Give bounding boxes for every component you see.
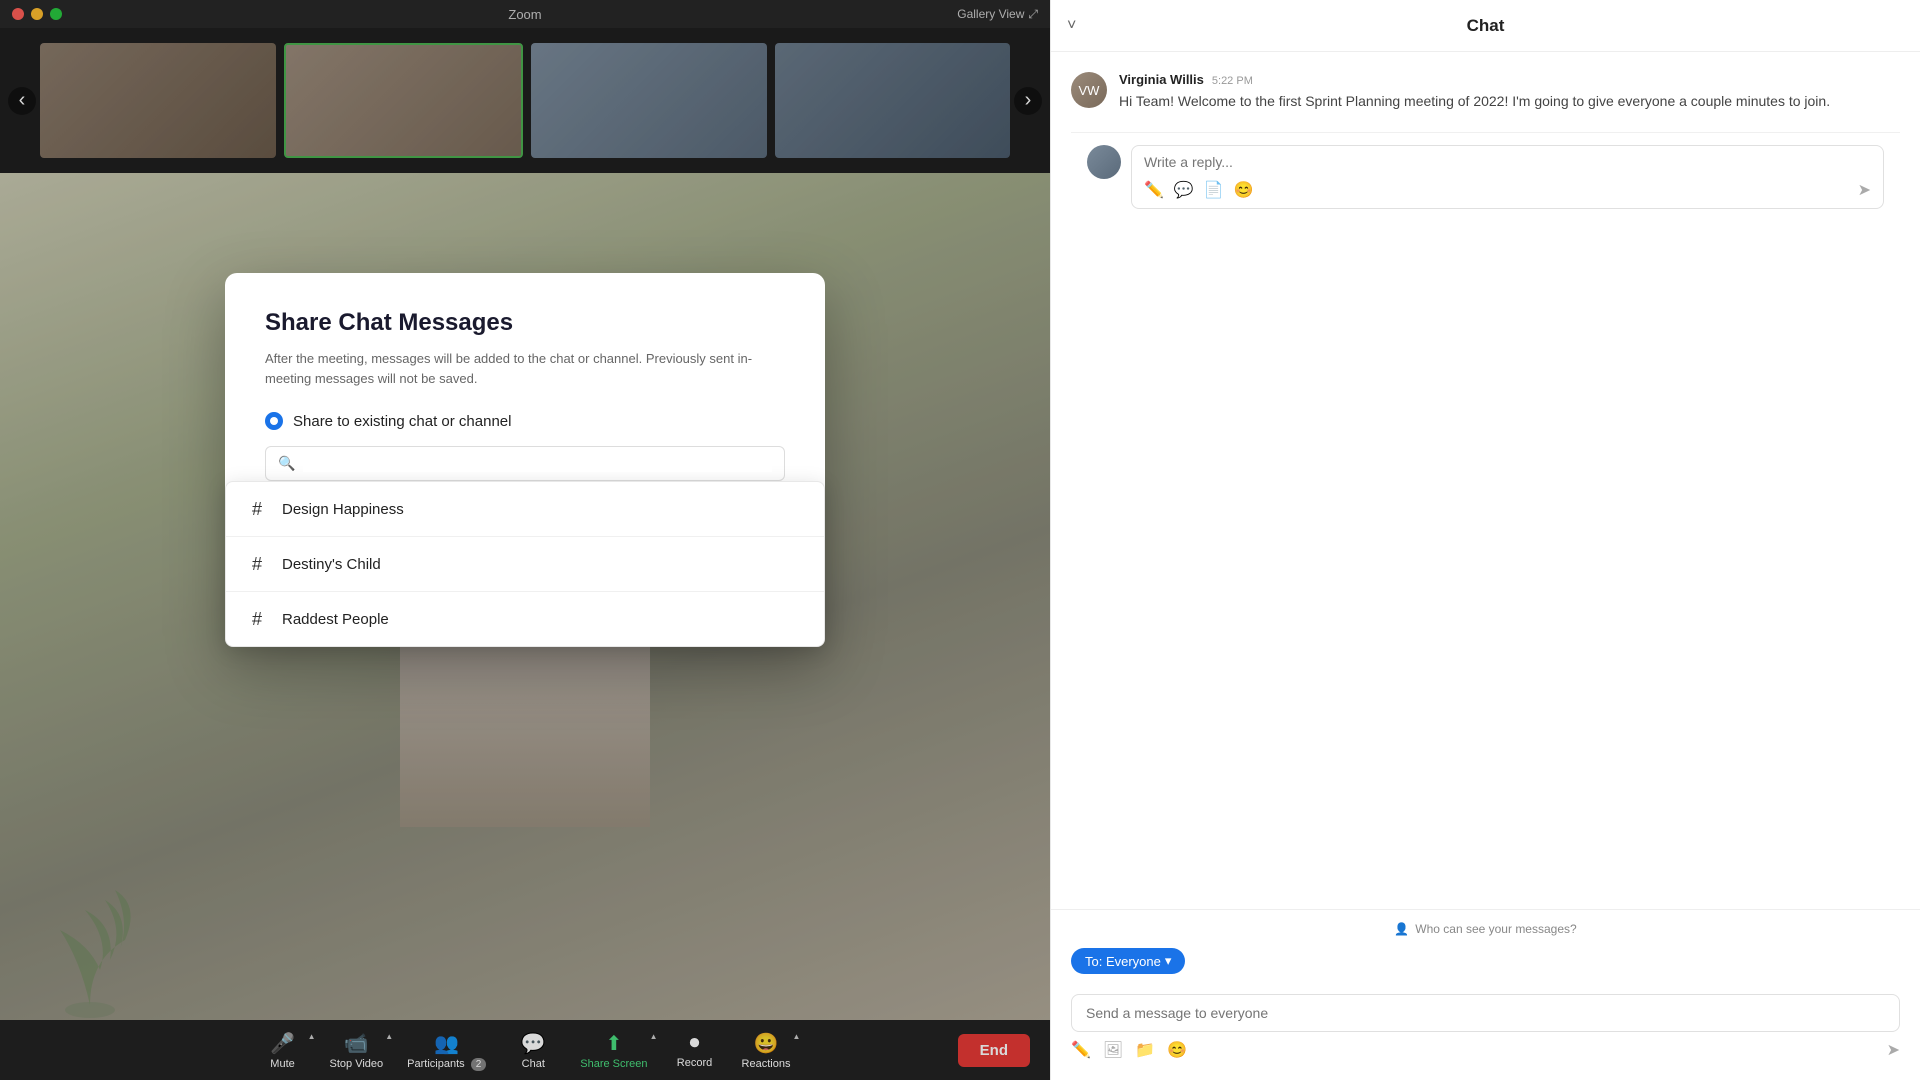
pencil-icon[interactable]: ✏️ — [1071, 1040, 1091, 1060]
pencil-icon[interactable]: ✏️ — [1144, 180, 1164, 200]
chat-messages-area: VW Virginia Willis 5:22 PM Hi Team! Welc… — [1051, 52, 1920, 909]
modal-title: Share Chat Messages — [265, 309, 785, 337]
avatar: VW — [1071, 72, 1107, 108]
message-text: Hi Team! Welcome to the first Sprint Pla… — [1119, 91, 1900, 112]
chat-collapse-button[interactable]: ˅ — [1067, 17, 1076, 35]
channel-dropdown: # Design Happiness # Destiny's Child # R… — [225, 481, 825, 647]
send-message-input[interactable] — [1071, 994, 1900, 1032]
radio-selected[interactable] — [265, 412, 283, 430]
chat-header: ˅ Chat — [1051, 0, 1920, 52]
chat-message: VW Virginia Willis 5:22 PM Hi Team! Welc… — [1071, 72, 1900, 112]
who-can-see: 👤 Who can see your messages? — [1071, 922, 1900, 936]
channel-name: Destiny's Child — [282, 556, 381, 573]
channel-search-box[interactable]: 🔍 — [265, 446, 785, 481]
emoji-icon[interactable]: 😊 — [1234, 180, 1254, 200]
channel-item-design-happiness[interactable]: # Design Happiness — [226, 482, 824, 537]
channel-item-destinys-child[interactable]: # Destiny's Child — [226, 537, 824, 592]
share-chat-modal: Share Chat Messages After the meeting, m… — [225, 273, 825, 647]
hash-icon: # — [246, 553, 268, 575]
main-video-area: Zoom Gallery View ⤢ ‹ › — [0, 0, 1050, 1080]
reply-input[interactable] — [1144, 154, 1871, 170]
reply-send-icon[interactable]: ➤ — [1858, 180, 1871, 200]
chat-toolbar-icons: ✏️ 🖼 📁 😊 ➤ — [1071, 1032, 1900, 1068]
to-everyone-label: To: Everyone — [1085, 954, 1161, 969]
message-header: Virginia Willis 5:22 PM — [1119, 72, 1900, 87]
reply-actions: ✏️ 💬 📄 😊 ➤ — [1144, 180, 1871, 200]
who-can-see-text: Who can see your messages? — [1415, 922, 1576, 936]
to-everyone-button[interactable]: To: Everyone ▾ — [1071, 948, 1185, 974]
hash-icon: # — [246, 608, 268, 630]
radio-option[interactable]: Share to existing chat or channel — [265, 412, 785, 430]
reply-area: ✏️ 💬 📄 😊 ➤ — [1071, 132, 1900, 221]
gif-icon[interactable]: 🖼 — [1103, 1040, 1123, 1060]
channel-name: Raddest People — [282, 611, 389, 628]
lock-icon: 👤 — [1394, 922, 1409, 936]
message-sender: Virginia Willis — [1119, 72, 1204, 87]
chevron-down-icon: ▾ — [1165, 953, 1172, 969]
file-icon[interactable]: 📄 — [1204, 180, 1224, 200]
search-icon: 🔍 — [278, 455, 295, 472]
modal-description: After the meeting, messages will be adde… — [265, 349, 785, 388]
message-time: 5:22 PM — [1212, 75, 1253, 87]
channel-name: Design Happiness — [282, 501, 404, 518]
chat-bottom: 👤 Who can see your messages? To: Everyon… — [1051, 909, 1920, 1080]
hash-icon: # — [246, 498, 268, 520]
chat-title: Chat — [1071, 16, 1900, 36]
channel-search-input[interactable] — [303, 456, 772, 472]
emoji-icon[interactable]: 😊 — [1167, 1040, 1187, 1060]
modal-overlay: Share Chat Messages After the meeting, m… — [0, 0, 1050, 1080]
comment-icon[interactable]: 💬 — [1174, 180, 1194, 200]
radio-label: Share to existing chat or channel — [293, 413, 511, 430]
send-icon[interactable]: ➤ — [1887, 1040, 1900, 1060]
channel-item-raddest-people[interactable]: # Raddest People — [226, 592, 824, 646]
file-attach-icon[interactable]: 📁 — [1135, 1040, 1155, 1060]
chat-panel: ˅ Chat VW Virginia Willis 5:22 PM Hi Tea… — [1050, 0, 1920, 1080]
reply-input-wrapper[interactable]: ✏️ 💬 📄 😊 ➤ — [1131, 145, 1884, 209]
reply-avatar — [1087, 145, 1121, 179]
message-content: Virginia Willis 5:22 PM Hi Team! Welcome… — [1119, 72, 1900, 112]
